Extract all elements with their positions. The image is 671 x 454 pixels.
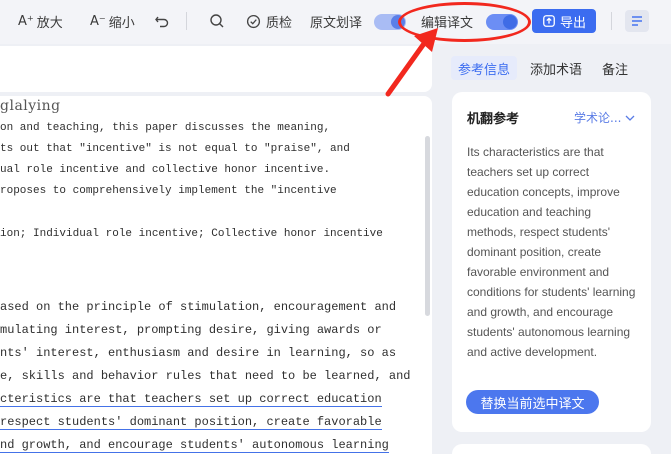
tab-notes[interactable]: 备注 — [595, 56, 635, 80]
toolbar-divider — [186, 12, 187, 30]
machine-translation-reference-card: 机翻参考 学术论... Its characteristics are that… — [452, 92, 651, 432]
search-icon — [210, 14, 224, 28]
shrink-icon: A⁻ — [90, 13, 106, 29]
card-title: 机翻参考 — [467, 112, 520, 127]
original-line-text: 原文划译 — [310, 15, 363, 31]
undo-icon — [155, 16, 169, 28]
secondary-card — [452, 444, 651, 454]
enlarge-icon: A⁺ — [18, 13, 34, 29]
toolbar-divider — [611, 12, 612, 30]
document-line: on and teaching, this paper discusses th… — [0, 122, 331, 134]
selected-translation-line[interactable]: nd growth, and encourage students' auton… — [0, 438, 389, 453]
domain-dropdown-value: 学术论... — [574, 111, 622, 125]
export-label: 导出 — [559, 15, 586, 31]
document-line: mulating interest, prompting desire, giv… — [0, 323, 382, 337]
quality-check-button[interactable]: 质检 — [246, 11, 292, 31]
tab-reference-info[interactable]: 参考信息 — [451, 56, 518, 80]
search-button[interactable] — [209, 11, 225, 31]
document-line: roposes to comprehensively implement the… — [0, 185, 337, 197]
domain-dropdown[interactable]: 学术论... — [574, 109, 635, 126]
document-header-panel — [0, 46, 432, 92]
original-line-translate-label: 原文划译 — [310, 11, 362, 31]
document-line: ts out that "incentive" is not equal to … — [0, 143, 350, 155]
chevron-down-icon — [625, 115, 635, 121]
shrink-button[interactable]: A⁻ 缩小 — [90, 11, 135, 31]
enlarge-button[interactable]: A⁺ 放大 — [18, 11, 63, 31]
export-button[interactable]: 导出 — [532, 9, 596, 33]
document-line: ion; Individual role incentive; Collecti… — [0, 228, 383, 240]
document-line: nts' interest, enthusiasm and desire in … — [0, 346, 397, 360]
document-line: ased on the principle of stimulation, en… — [0, 300, 397, 314]
document-line: e, skills and behavior rules that need t… — [0, 369, 411, 383]
document-line: ual role incentive and collective honor … — [0, 164, 331, 176]
replace-selected-translation-button[interactable]: 替换当前选中译文 — [466, 390, 599, 414]
check-circle-icon — [246, 14, 261, 28]
selected-translation-line[interactable]: cteristics are that teachers set up corr… — [0, 392, 382, 407]
quality-check-label: 质检 — [266, 15, 293, 31]
reference-translation-text: Its characteristics are that teachers se… — [467, 145, 636, 359]
heading-fragment: glalying — [0, 98, 61, 114]
export-icon — [543, 15, 555, 27]
document-scrollbar[interactable] — [425, 136, 430, 316]
tab-add-term[interactable]: 添加术语 — [523, 56, 589, 80]
collapse-menu-button[interactable] — [625, 10, 649, 32]
right-panel-tabs: 参考信息 添加术语 备注 — [451, 56, 635, 80]
toolbar: A⁺ 放大 A⁻ 缩小 质检 原文划译 编辑译文 导出 — [0, 0, 671, 44]
enlarge-label: 放大 — [36, 15, 63, 31]
shrink-label: 缩小 — [108, 15, 135, 31]
selected-translation-line[interactable]: respect students' dominant position, cre… — [0, 415, 382, 430]
annotation-arrow — [385, 28, 438, 97]
menu-icon — [632, 16, 642, 26]
undo-button[interactable] — [154, 11, 170, 31]
